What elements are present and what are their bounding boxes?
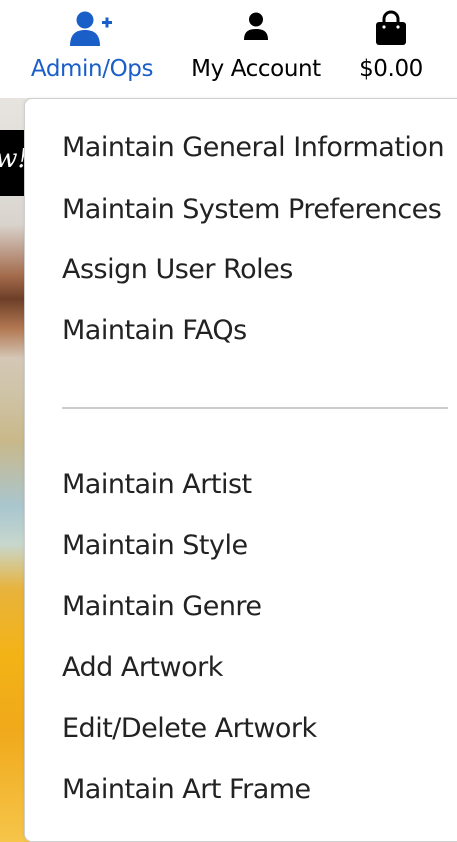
admin-ops-dropdown-menu: Maintain General Information Maintain Sy… bbox=[24, 98, 457, 842]
user-icon bbox=[184, 10, 328, 50]
nav-cart[interactable]: $0.00 bbox=[350, 0, 432, 98]
menu-item-maintain-genre[interactable]: Maintain Genre bbox=[62, 590, 262, 624]
menu-divider bbox=[62, 407, 448, 409]
menu-item-maintain-style[interactable]: Maintain Style bbox=[62, 529, 248, 563]
shopping-bag-icon bbox=[350, 10, 432, 50]
nav-admin-ops-label: Admin/Ops bbox=[30, 56, 154, 82]
menu-item-add-artwork[interactable]: Add Artwork bbox=[62, 651, 223, 685]
menu-item-maintain-system-preferences[interactable]: Maintain System Preferences bbox=[62, 193, 442, 227]
top-navigation: Admin/Ops My Account $0.00 bbox=[0, 0, 457, 98]
menu-item-edit-delete-artwork[interactable]: Edit/Delete Artwork bbox=[62, 712, 317, 746]
nav-my-account[interactable]: My Account bbox=[184, 0, 328, 98]
nav-my-account-label: My Account bbox=[191, 56, 321, 82]
menu-item-maintain-general-information[interactable]: Maintain General Information bbox=[62, 131, 445, 165]
menu-item-maintain-artist[interactable]: Maintain Artist bbox=[62, 468, 252, 502]
menu-item-maintain-art-frame[interactable]: Maintain Art Frame bbox=[62, 773, 311, 807]
page: w! Admin/Ops My Account bbox=[0, 0, 457, 842]
nav-cart-total: $0.00 bbox=[359, 56, 423, 82]
menu-item-maintain-faqs[interactable]: Maintain FAQs bbox=[62, 314, 247, 348]
nav-admin-ops[interactable]: Admin/Ops bbox=[22, 0, 162, 98]
user-plus-icon bbox=[22, 10, 162, 50]
menu-item-assign-user-roles[interactable]: Assign User Roles bbox=[62, 253, 293, 287]
